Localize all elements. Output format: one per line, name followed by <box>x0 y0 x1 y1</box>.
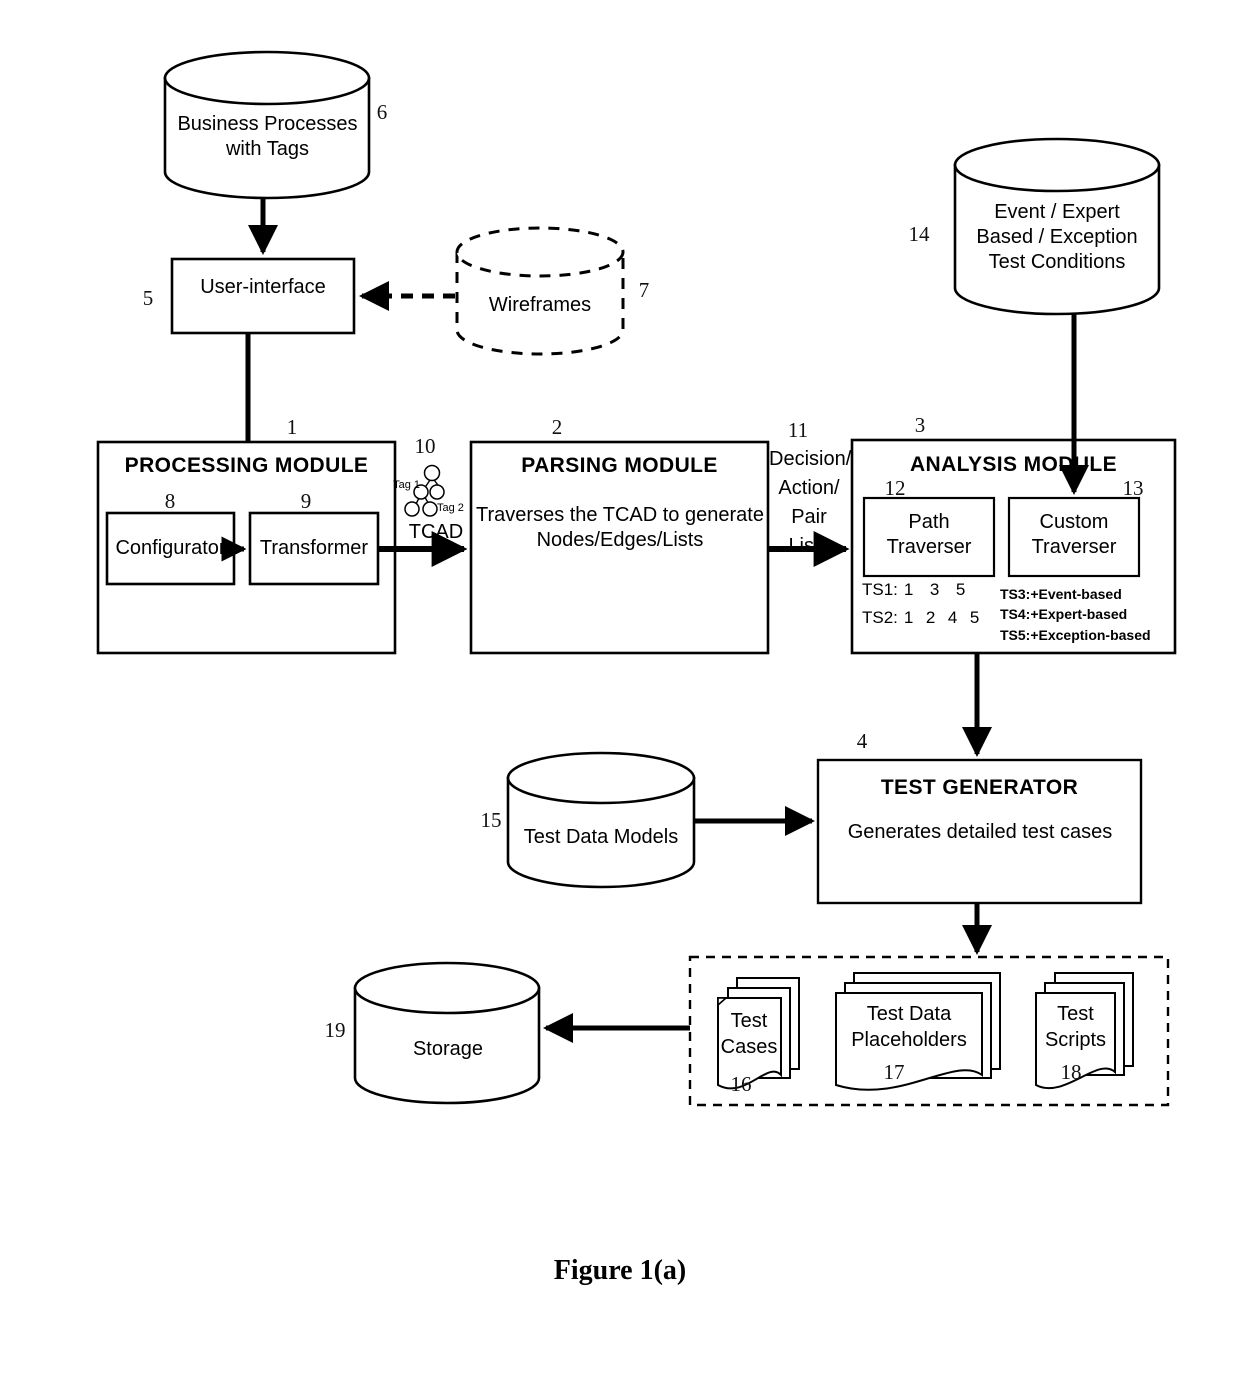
ref-12: 12 <box>884 476 906 500</box>
test-suite-name: TS1: <box>862 580 898 599</box>
ref-14: 14 <box>908 222 930 246</box>
ref-2: 2 <box>551 415 563 439</box>
diagram-canvas <box>96 50 1177 1107</box>
test-suite-row: TS1: 1 3 5 <box>862 580 1002 600</box>
custom-traverser-suite-list: TS3:+Event-based TS4:+Expert-based TS5:+Ex… <box>1000 584 1175 645</box>
business-processes-cylinder <box>163 50 371 200</box>
ref-15: 15 <box>480 808 502 832</box>
figure-page: Business Processes with Tags 6 User-inte… <box>0 0 1240 1390</box>
test-suite-step: 3 <box>929 580 940 599</box>
ref-17: 17 <box>883 1060 905 1084</box>
figure-caption: Figure 1(a) <box>553 1255 687 1286</box>
ref-8: 8 <box>164 489 176 513</box>
test-data-models-cylinder <box>506 751 696 889</box>
ref-18: 18 <box>1060 1060 1082 1084</box>
ref-5: 5 <box>142 286 154 310</box>
custom-test-suite-row: TS5:+Exception-based <box>1000 626 1151 643</box>
test-data-placeholders-stack <box>835 972 1001 1091</box>
ref-10: 10 <box>414 434 436 458</box>
ref-11: 11 <box>787 418 809 442</box>
ref-19: 19 <box>324 1018 346 1042</box>
test-suite-step: 1 <box>903 580 914 599</box>
tcad-tree-icon <box>404 464 445 517</box>
wireframes-cylinder <box>455 226 625 356</box>
transformer-box <box>248 511 380 586</box>
test-suite-step: 5 <box>955 580 966 599</box>
ref-6: 6 <box>376 100 388 124</box>
configurator-box <box>105 511 236 586</box>
storage-cylinder <box>353 961 541 1105</box>
ref-9: 9 <box>300 489 312 513</box>
parsing-module-box <box>469 440 770 655</box>
path-traverser-suite-list: TS1: 1 3 5 TS2: 1 2 4 5 <box>862 580 1002 636</box>
test-conditions-cylinder <box>953 137 1161 316</box>
ref-16: 16 <box>730 1072 752 1096</box>
ref-4: 4 <box>856 729 868 753</box>
ref-7: 7 <box>638 278 650 302</box>
test-suite-name: TS2: <box>862 608 898 627</box>
user-interface-box <box>170 257 356 335</box>
test-suite-step: 1 <box>903 608 914 627</box>
ref-3: 3 <box>914 413 926 437</box>
test-suite-step: 5 <box>969 608 980 627</box>
custom-test-suite-row: TS4:+Expert-based <box>1000 606 1128 623</box>
test-suite-step: 2 <box>925 608 936 627</box>
custom-test-suite-row: TS3:+Event-based <box>1000 586 1122 602</box>
test-generator-box <box>816 758 1143 905</box>
ref-1: 1 <box>286 415 298 439</box>
ref-13: 13 <box>1122 476 1144 500</box>
custom-traverser-box <box>1007 496 1141 578</box>
test-suite-row: TS2: 1 2 4 5 <box>862 608 1002 628</box>
test-suite-step: 4 <box>947 608 958 627</box>
path-traverser-box <box>862 496 996 578</box>
